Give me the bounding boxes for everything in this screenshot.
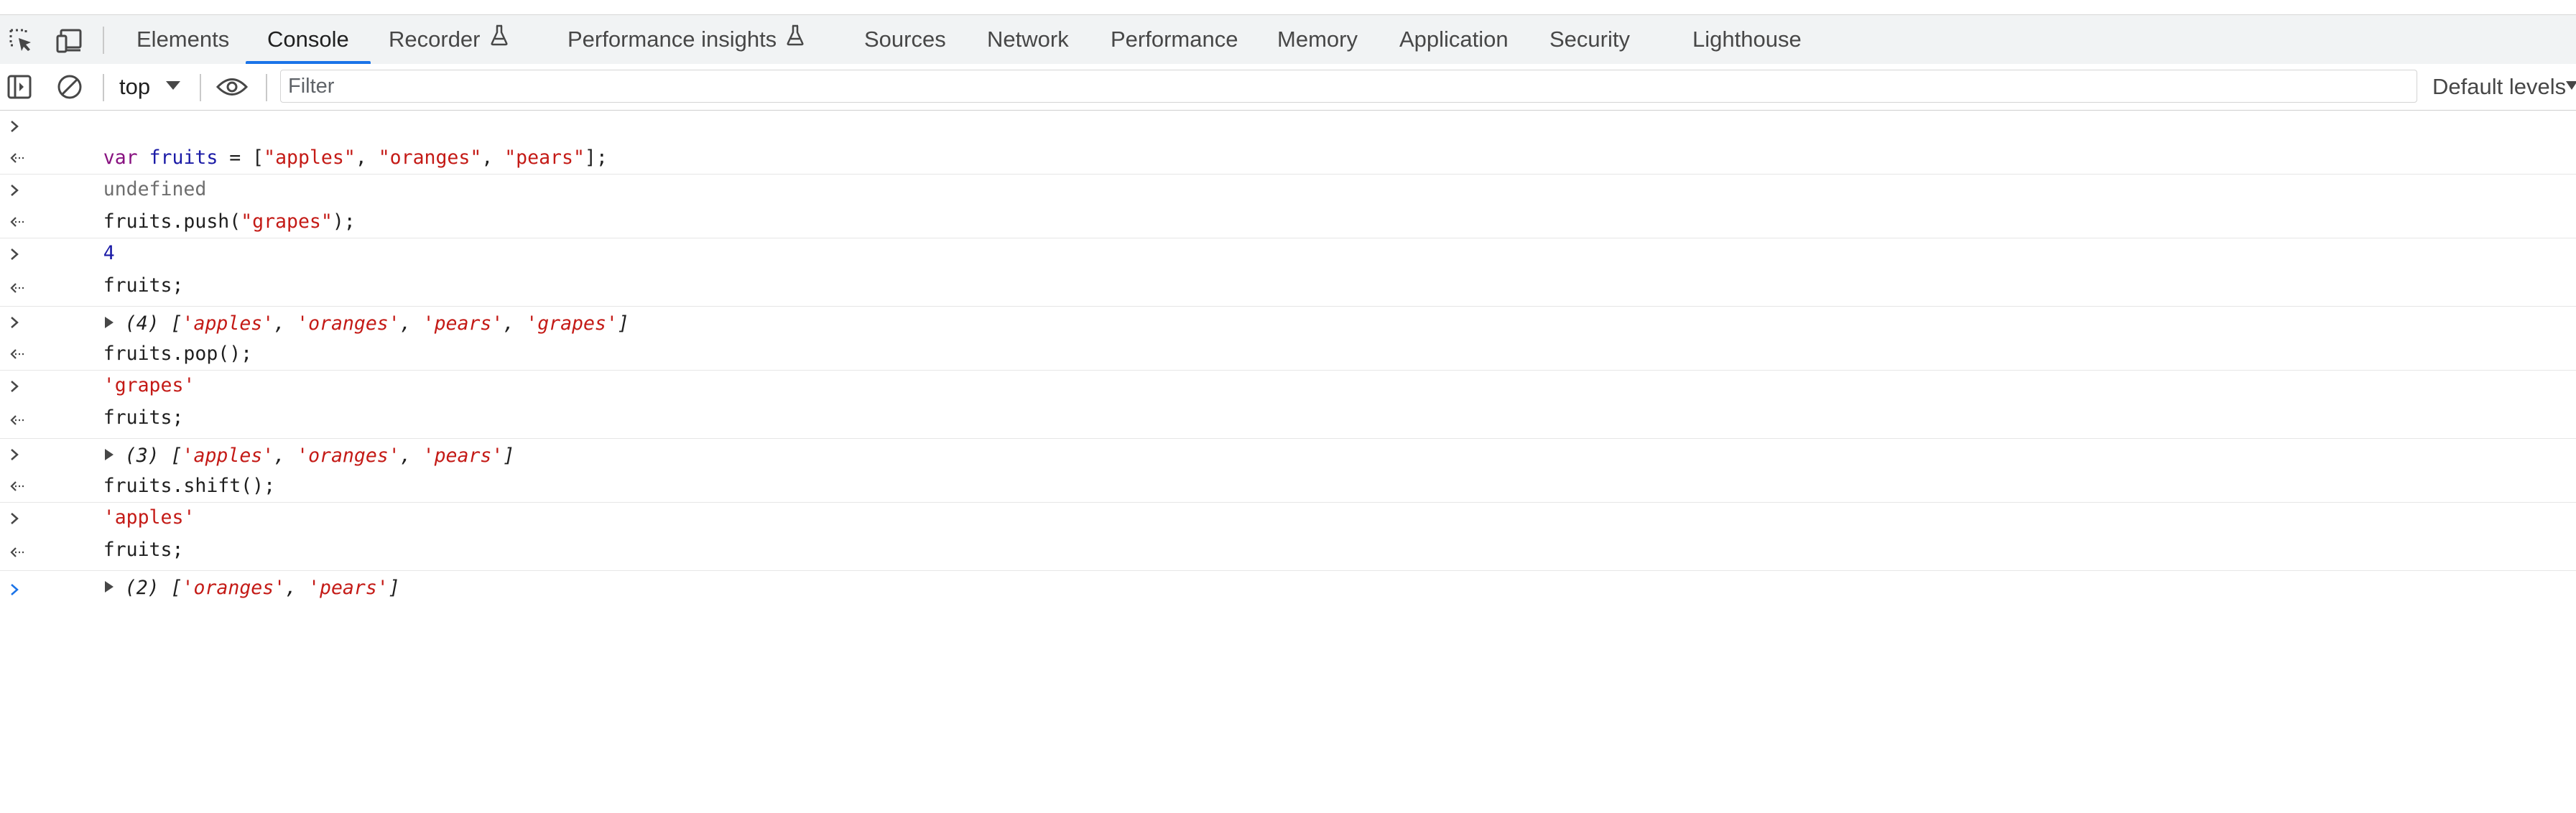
prompt-chevron-icon	[9, 307, 20, 338]
console-input-line[interactable]: var fruits = ["apples", "oranges", "pear…	[0, 111, 2576, 169]
result-arrow-icon	[9, 534, 24, 570]
console-input-line[interactable]: fruits.push("grapes");	[0, 175, 2576, 233]
console-input-line[interactable]: fruits;	[0, 503, 2576, 561]
dropdown-arrow-icon[interactable]	[2566, 80, 2576, 94]
tab-label: Memory	[1277, 27, 1358, 52]
console-result-line: 'apples'	[0, 470, 2576, 529]
result-arrow-icon	[9, 206, 24, 238]
tab-elements[interactable]: Elements	[136, 15, 229, 64]
result-arrow-icon	[9, 142, 24, 174]
tab-lighthouse[interactable]: Lighthouse	[1692, 15, 1802, 64]
console-prompt[interactable]	[0, 571, 2576, 608]
result-arrow-icon	[9, 270, 24, 306]
console-entry: fruits.shift(); 'apples'	[0, 439, 2576, 529]
tab-application[interactable]: Application	[1399, 15, 1509, 64]
tab-memory[interactable]: Memory	[1277, 15, 1358, 64]
prompt-chevron-icon	[9, 371, 20, 402]
toolbar-divider	[103, 74, 104, 101]
toolbar-divider	[266, 74, 267, 101]
dropdown-arrow-icon[interactable]	[165, 80, 181, 94]
tab-label: Lighthouse	[1692, 27, 1802, 52]
console-entry: fruits.pop(); 'grapes'	[0, 307, 2576, 396]
tab-label: Performance insights	[567, 27, 777, 52]
console-messages: var fruits = ["apples", "oranges", "pear…	[0, 111, 2576, 608]
tab-sources[interactable]: Sources	[864, 15, 946, 64]
result-arrow-icon	[9, 338, 24, 370]
prompt-chevron-icon	[9, 571, 20, 608]
console-input-line[interactable]: fruits;	[0, 371, 2576, 429]
filter-input[interactable]	[280, 70, 2417, 103]
result-arrow-icon	[9, 402, 24, 438]
console-entry: fruits.push("grapes"); 4	[0, 175, 2576, 264]
prompt-chevron-icon	[9, 503, 20, 534]
prompt-chevron-icon	[9, 439, 20, 470]
console-input-line[interactable]: fruits.shift();	[0, 439, 2576, 497]
tab-performance[interactable]: Performance	[1111, 15, 1238, 64]
tab-label: Console	[267, 27, 349, 52]
console-result-line[interactable]: (4) ['apples', 'oranges', 'pears', 'grap…	[0, 270, 2576, 335]
toolbar-divider	[200, 74, 201, 101]
toolbar-divider	[103, 27, 104, 54]
sidebar-toggle-icon[interactable]	[3, 70, 36, 103]
console-entry: fruits; (2) ['oranges', 'pears']	[0, 503, 2576, 599]
console-result-line[interactable]: (3) ['apples', 'oranges', 'pears']	[0, 402, 2576, 467]
prompt-chevron-icon	[9, 238, 20, 270]
device-toggle-icon[interactable]	[53, 24, 86, 57]
prompt-chevron-icon	[9, 111, 20, 142]
console-input-line[interactable]: fruits.pop();	[0, 307, 2576, 365]
console-entry: fruits; (3) ['apples', 'oranges', 'pears…	[0, 371, 2576, 467]
console-toolbar: top Default levels	[0, 64, 2576, 111]
tab-network[interactable]: Network	[987, 15, 1069, 64]
tab-console[interactable]: Console	[246, 15, 371, 65]
log-levels-dropdown[interactable]: Default levels	[2432, 70, 2566, 103]
flask-icon	[787, 14, 804, 63]
clear-console-icon[interactable]	[53, 70, 86, 103]
console-input-line[interactable]: fruits;	[0, 238, 2576, 297]
eye-icon[interactable]	[216, 70, 249, 103]
tab-recorder[interactable]: Recorder	[389, 15, 508, 64]
tab-label: Performance	[1111, 27, 1238, 52]
prompt-chevron-icon	[9, 175, 20, 206]
tab-label: Recorder	[389, 27, 481, 52]
tab-security[interactable]: Security	[1549, 15, 1630, 64]
tab-label: Elements	[136, 27, 230, 52]
console-result-line: 'grapes'	[0, 338, 2576, 396]
result-arrow-icon	[9, 470, 24, 502]
context-selector[interactable]: top	[119, 70, 150, 103]
devtools-tab-bar: Elements Console Recorder Performance insig…	[0, 14, 2576, 65]
tab-label: Sources	[864, 27, 946, 52]
console-entry: var fruits = ["apples", "oranges", "pear…	[0, 111, 2576, 200]
tab-performance-insights[interactable]: Performance insights	[567, 15, 804, 64]
tab-label: Network	[987, 27, 1069, 52]
console-entry: fruits; (4) ['apples', 'oranges', 'pears…	[0, 238, 2576, 335]
flask-icon	[490, 14, 508, 63]
console-result-line: undefined	[0, 142, 2576, 200]
inspect-element-icon[interactable]	[4, 24, 37, 57]
console-result-line: 4	[0, 206, 2576, 264]
tab-label: Application	[1399, 27, 1509, 52]
console-result-line[interactable]: (2) ['oranges', 'pears']	[0, 534, 2576, 599]
tab-label: Security	[1549, 27, 1630, 52]
